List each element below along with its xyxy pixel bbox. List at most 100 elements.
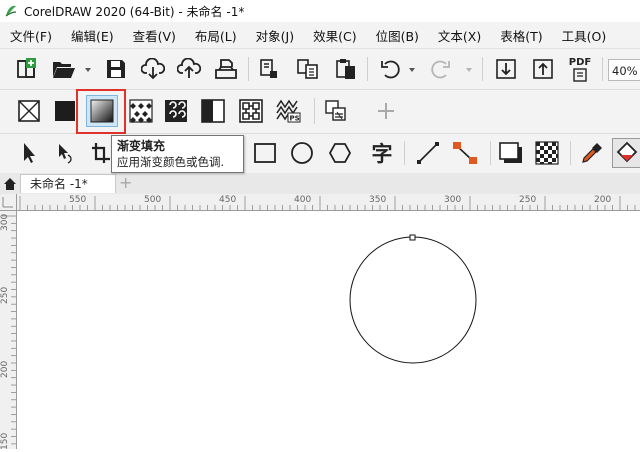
postscript-fill-icon: PS (276, 99, 301, 123)
publish-pdf-icon (573, 67, 587, 82)
ps-label: PS (290, 115, 300, 123)
ruler-label: 550 (69, 195, 87, 205)
save-button[interactable] (103, 56, 129, 82)
drawing-canvas[interactable] (17, 211, 640, 449)
menu-text[interactable]: 文本(X) (428, 26, 490, 45)
transparency-tool-button[interactable] (534, 140, 560, 166)
menu-edit[interactable]: 编辑(E) (61, 26, 123, 45)
open-dropdown-icon[interactable] (85, 68, 91, 72)
toolbar-separator (490, 141, 491, 165)
interactive-fill-tool-icon (616, 141, 638, 163)
import-icon (496, 59, 516, 79)
add-document-tab-button[interactable]: + (119, 173, 132, 192)
undo-button[interactable] (378, 56, 404, 82)
export-cloud-icon (177, 58, 201, 78)
ruler-label: 300 (0, 213, 10, 231)
texture-fill-button[interactable] (238, 98, 264, 124)
copy-button[interactable] (295, 56, 321, 82)
postscript-fill-button[interactable]: PS (274, 98, 302, 124)
text-tool-button[interactable]: 字 (368, 140, 396, 166)
tooltip-description: 应用渐变颜色或色调. (117, 155, 225, 169)
home-icon (4, 177, 16, 190)
crop-tool-button[interactable] (90, 140, 110, 166)
ruler-label: 150 (0, 432, 10, 450)
page-setup-icon (260, 59, 277, 78)
new-document-icon (17, 58, 36, 78)
tooltip: 渐变填充 应用渐变颜色或色调. (111, 135, 244, 173)
toolbar-separator (570, 141, 571, 165)
pick-tool-button[interactable] (15, 140, 41, 166)
window-title: CorelDRAW 2020 (64-Bit) - 未命名 -1* (24, 4, 245, 19)
canvas-drawing (349, 234, 477, 364)
ruler-label: 300 (444, 195, 462, 205)
redo-button[interactable] (427, 56, 453, 82)
menu-tools[interactable]: 工具(O) (552, 26, 616, 45)
fill-settings-button[interactable] (323, 98, 349, 124)
shape-tool-icon (59, 144, 72, 164)
standard-toolbar: PDF (0, 49, 640, 90)
export-cloud-button[interactable] (176, 56, 202, 82)
interactive-fill-tool-button[interactable] (612, 138, 640, 168)
two-color-pattern-fill-icon (201, 99, 225, 123)
ellipse-shape[interactable] (349, 236, 477, 364)
polygon-tool-icon (328, 143, 352, 163)
open-button[interactable] (50, 56, 78, 82)
menu-bitmaps[interactable]: 位图(B) (366, 26, 428, 45)
redo-dropdown-icon[interactable] (466, 68, 472, 72)
vertical-ruler[interactable]: 300 250 200 150 (0, 194, 17, 450)
vector-pattern-fill-button[interactable] (128, 98, 154, 124)
new-document-button[interactable] (13, 56, 39, 82)
bitmap-pattern-fill-button[interactable] (163, 98, 189, 124)
menu-table[interactable]: 表格(T) (490, 26, 551, 45)
pdf-label: PDF (568, 56, 592, 68)
connector-tool-button[interactable] (451, 140, 479, 166)
ruler-label: 500 (144, 195, 162, 205)
menu-object[interactable]: 对象(J) (246, 26, 303, 45)
shape-tool-button[interactable] (52, 140, 78, 166)
horizontal-ruler-ticks (19, 196, 636, 210)
undo-dropdown-icon[interactable] (409, 68, 415, 72)
import-button[interactable] (493, 56, 519, 82)
import-cloud-button[interactable] (140, 56, 166, 82)
ruler-unit-icon (2, 197, 13, 208)
drop-shadow-tool-button[interactable] (497, 140, 525, 166)
rectangle-tool-button[interactable] (252, 140, 278, 166)
toolbar-separator (482, 57, 483, 81)
print-button[interactable] (213, 56, 239, 82)
undo-icon (381, 60, 400, 79)
ruler-origin[interactable] (0, 194, 17, 211)
toolbar-separator (314, 98, 315, 124)
uniform-fill-button[interactable] (52, 98, 78, 124)
line-tool-button[interactable] (415, 140, 441, 166)
ruler-label: 200 (0, 360, 10, 378)
menu-effects[interactable]: 效果(C) (303, 26, 365, 45)
page-setup-button[interactable] (256, 56, 282, 82)
menu-layout[interactable]: 布局(L) (185, 26, 246, 45)
eyedropper-tool-icon (582, 143, 602, 163)
two-color-pattern-fill-button[interactable] (200, 98, 226, 124)
horizontal-ruler[interactable]: 550 500 450 400 350 300 250 200 (16, 194, 640, 211)
export-button[interactable] (530, 56, 556, 82)
selection-node-handle[interactable] (409, 234, 416, 241)
no-fill-button[interactable] (16, 98, 42, 124)
zoom-level-input[interactable]: 40% (608, 59, 640, 81)
import-cloud-icon (141, 58, 165, 80)
texture-fill-icon (239, 99, 263, 123)
crop-tool-icon (92, 143, 110, 163)
add-fill-button[interactable] (373, 98, 399, 124)
coreldraw-logo-icon (5, 5, 17, 17)
publish-pdf-button[interactable]: PDF (566, 54, 594, 84)
save-icon (107, 60, 125, 78)
home-button[interactable] (2, 175, 18, 192)
paste-button[interactable] (333, 56, 359, 82)
polygon-tool-button[interactable] (327, 140, 353, 166)
menu-file[interactable]: 文件(F) (0, 26, 61, 45)
drop-shadow-tool-icon (499, 142, 522, 163)
eyedropper-tool-button[interactable] (579, 140, 605, 166)
uniform-fill-icon (55, 101, 75, 121)
ellipse-tool-button[interactable] (289, 140, 315, 166)
bitmap-pattern-fill-icon (165, 100, 187, 122)
menu-view[interactable]: 查看(V) (123, 26, 185, 45)
document-tab-active[interactable]: 未命名 -1* (20, 174, 116, 193)
toolbar-separator (404, 141, 405, 165)
